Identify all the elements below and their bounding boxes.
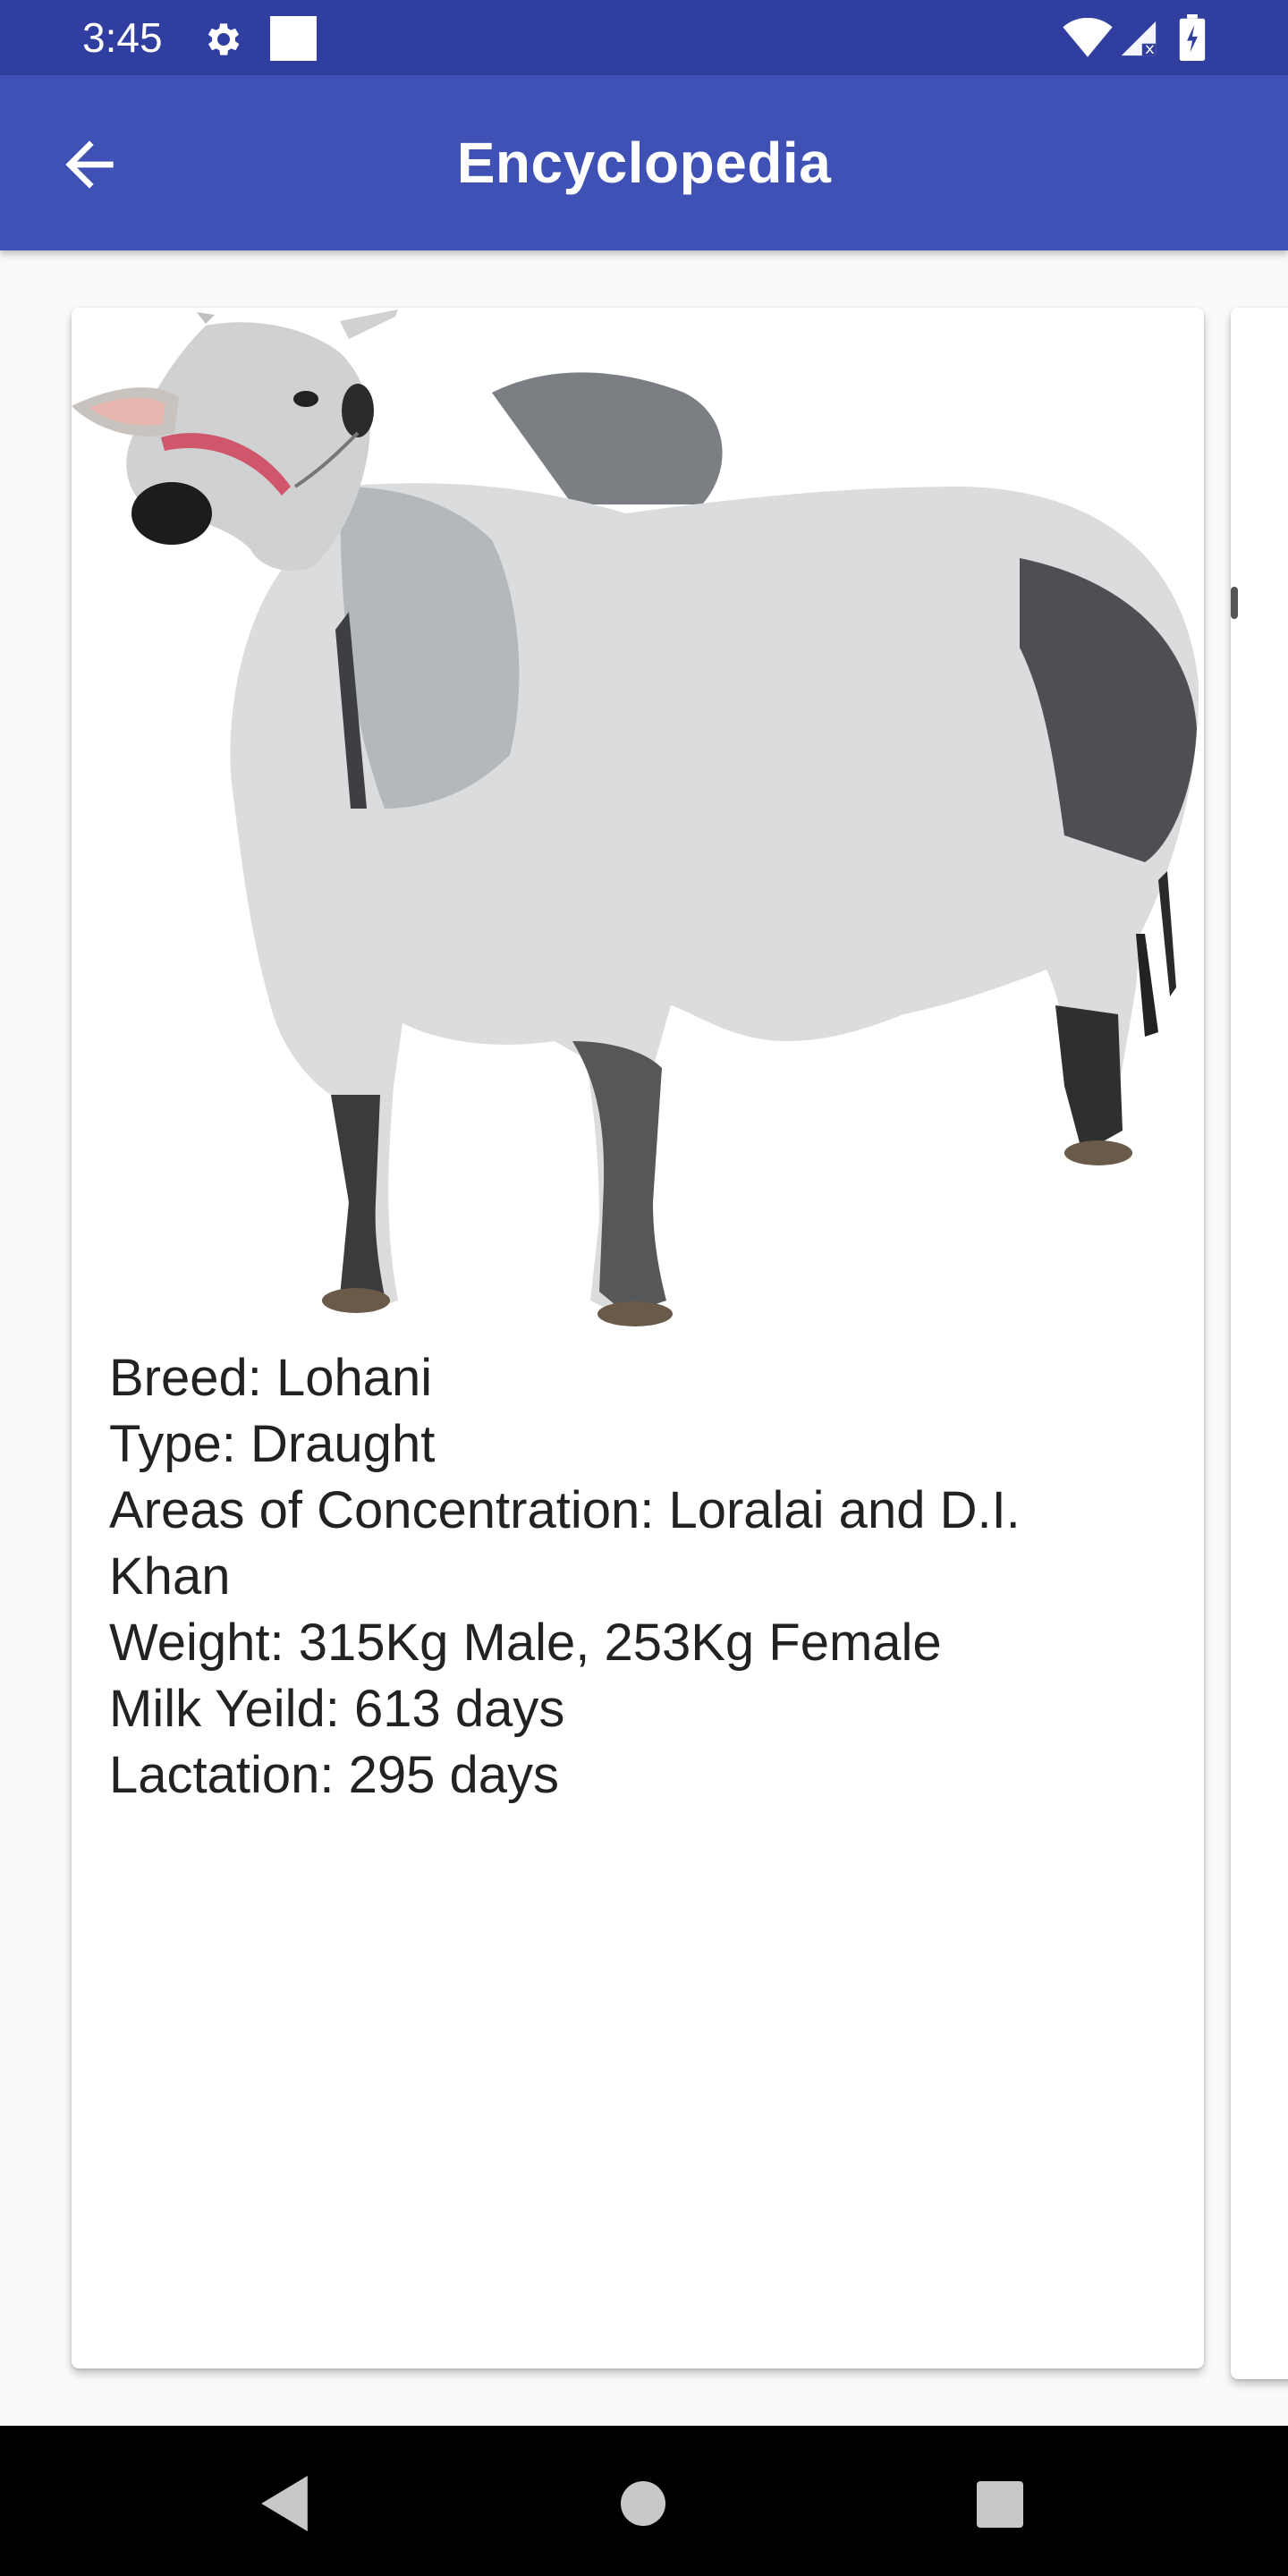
navigation-bar bbox=[0, 2426, 1288, 2576]
breed-milk-yield: Milk Yeild: 613 days bbox=[109, 1680, 565, 1738]
breed-image bbox=[72, 309, 1199, 1326]
signal-icon bbox=[1121, 21, 1157, 56]
status-bar: 3:45 bbox=[0, 0, 1288, 75]
breed-details: Breed: Lohani Type: Draught Areas of Con… bbox=[109, 1345, 1165, 1809]
battery-icon bbox=[1179, 14, 1206, 61]
breed-areas-continued: Khan bbox=[109, 1547, 231, 1606]
page-title: Encyclopedia bbox=[456, 131, 832, 195]
recents-square-icon[interactable] bbox=[977, 2481, 1023, 2528]
breed-card[interactable]: Breed: Lohani Type: Draught Areas of Con… bbox=[72, 308, 1204, 2368]
status-time: 3:45 bbox=[82, 14, 163, 61]
back-triangle-icon[interactable] bbox=[259, 2476, 309, 2531]
next-breed-card[interactable] bbox=[1231, 308, 1288, 2379]
next-card-image-edge bbox=[1231, 587, 1238, 619]
breed-weight: Weight: 315Kg Male, 253Kg Female bbox=[109, 1614, 942, 1672]
breed-type: Type: Draught bbox=[109, 1415, 436, 1473]
breed-name: Breed: Lohani bbox=[109, 1349, 433, 1407]
breed-areas: Areas of Concentration: Loralai and D.I. bbox=[109, 1481, 1021, 1539]
wifi-icon bbox=[1063, 18, 1113, 57]
breed-lactation: Lactation: 295 days bbox=[109, 1746, 560, 1804]
home-circle-icon[interactable] bbox=[621, 2481, 665, 2526]
app-bar: Encyclopedia bbox=[0, 75, 1288, 250]
notification-square-icon bbox=[270, 16, 317, 61]
gear-icon bbox=[208, 23, 240, 55]
